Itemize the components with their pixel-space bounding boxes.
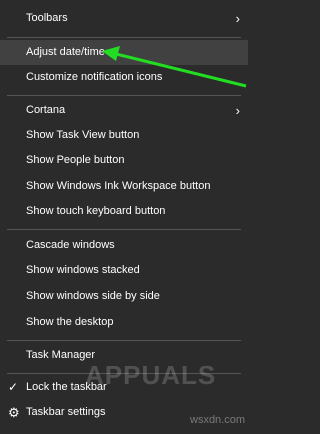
watermark-brand: APPUALS (85, 360, 217, 390)
watermark-site: wsxdn.com (190, 414, 246, 426)
